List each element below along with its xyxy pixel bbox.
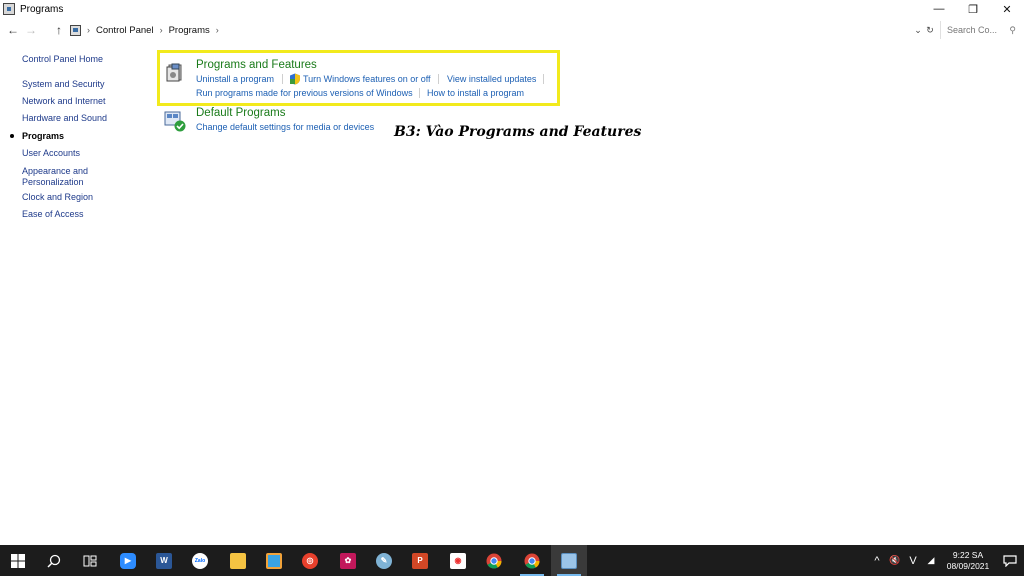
taskbar-file-explorer[interactable] <box>220 545 256 576</box>
default-programs-icon[interactable] <box>164 110 186 132</box>
sidebar-item-programs[interactable]: Programs <box>22 131 64 142</box>
clock[interactable]: 9:22 SA 08/09/2021 <box>940 550 996 572</box>
address-dropdown-icon[interactable]: ⌄ <box>912 21 924 39</box>
close-button[interactable]: ✕ <box>990 0 1024 18</box>
search-icon: ⚲ <box>1009 24 1016 35</box>
task-view-button[interactable] <box>72 545 108 576</box>
taskbar-app[interactable]: ◉ <box>440 545 476 576</box>
clock-time: 9:22 SA <box>952 549 984 560</box>
up-button[interactable]: ↑ <box>50 21 68 39</box>
sidebar-item-hardware-and-sound[interactable]: Hardware and Sound <box>22 113 107 124</box>
annotation-label: B3: Vào Programs and Features <box>394 124 642 140</box>
taskbar-photo[interactable]: ◎ <box>292 545 328 576</box>
breadcrumb-control-panel[interactable]: Control Panel <box>96 25 154 36</box>
restore-button[interactable]: ❐ <box>956 0 990 18</box>
notification-center-button[interactable] <box>996 545 1024 576</box>
sidebar-item-clock-and-region[interactable]: Clock and Region <box>22 192 93 203</box>
input-method-indicator[interactable]: V <box>904 555 922 567</box>
sidebar-item-user-accounts[interactable]: User Accounts <box>22 148 80 159</box>
default-programs-title[interactable]: Default Programs <box>196 107 285 119</box>
sidebar-item-control-panel-home[interactable]: Control Panel Home <box>22 54 103 65</box>
app-icon <box>266 552 282 569</box>
sidebar-item-network-and-internet[interactable]: Network and Internet <box>22 96 106 107</box>
window-title: Programs <box>20 3 64 15</box>
taskbar-paint[interactable]: ✎ <box>366 545 402 576</box>
sidebar-item-system-and-security[interactable]: System and Security <box>22 79 105 90</box>
taskbar-word[interactable]: W <box>146 545 182 576</box>
refresh-icon[interactable]: ↻ <box>924 21 936 39</box>
address-bar-actions: ⌄ ↻ Search Co... ⚲ <box>912 20 1024 40</box>
breadcrumb-programs[interactable]: Programs <box>169 25 210 36</box>
app-icon: ◉ <box>450 552 466 569</box>
sidebar-item-appearance[interactable]: Appearance and <box>22 166 88 177</box>
taskbar-chrome[interactable] <box>476 545 512 576</box>
back-button[interactable]: ← <box>4 21 22 39</box>
window-controls: — ❐ ✕ <box>922 0 1024 18</box>
chevron-right-icon[interactable]: › <box>216 25 219 35</box>
taskbar-flower-app[interactable]: ✿ <box>330 545 366 576</box>
system-tray: ^ 🔇 V ◢ 9:22 SA 08/09/2021 <box>868 545 1024 576</box>
paint-icon: ✎ <box>376 552 392 569</box>
chrome-icon <box>524 553 540 569</box>
wifi-icon[interactable]: ◢ <box>922 555 940 566</box>
flower-icon: ✿ <box>340 552 356 569</box>
control-panel-icon <box>3 3 15 15</box>
start-button[interactable] <box>0 545 36 576</box>
taskbar-zalo[interactable]: Zalo <box>182 545 218 576</box>
taskbar-app-store[interactable] <box>256 545 292 576</box>
notification-icon <box>1003 554 1017 567</box>
taskbar: ▶ W Zalo ◎ ✿ ✎ P ◉ ^ 🔇 V ◢ 9:22 SA 08/09… <box>0 545 1024 576</box>
volume-muted-icon[interactable]: 🔇 <box>886 555 904 566</box>
search-input[interactable]: Search Co... ⚲ <box>940 21 1020 39</box>
change-default-settings-link[interactable]: Change default settings for media or dev… <box>196 122 374 132</box>
chevron-right-icon[interactable]: › <box>87 25 90 35</box>
chevron-up-icon[interactable]: ^ <box>868 555 886 567</box>
windows-logo-icon <box>11 553 25 568</box>
clock-date: 08/09/2021 <box>946 560 990 571</box>
breadcrumb[interactable]: › Control Panel › Programs › <box>70 21 225 39</box>
folder-icon <box>230 552 246 569</box>
control-panel-icon <box>561 552 577 569</box>
sidebar-item-ease-of-access[interactable]: Ease of Access <box>22 209 84 220</box>
taskbar-control-panel[interactable] <box>551 545 587 576</box>
control-panel-icon <box>70 24 81 36</box>
sidebar-item-personalization[interactable]: Personalization <box>22 177 84 188</box>
search-placeholder: Search Co... <box>947 25 998 35</box>
search-icon <box>47 554 61 568</box>
highlight-box <box>157 50 560 106</box>
chevron-right-icon[interactable]: › <box>160 25 163 35</box>
taskbar-zoom[interactable]: ▶ <box>110 545 146 576</box>
taskbar-powerpoint[interactable]: P <box>402 545 438 576</box>
zalo-icon: Zalo <box>192 552 208 569</box>
search-taskbar-button[interactable] <box>36 545 72 576</box>
forward-button[interactable]: → <box>22 21 40 39</box>
title-bar: Programs — ❐ ✕ <box>0 0 1024 18</box>
taskbar-chrome-profile[interactable] <box>514 545 550 576</box>
address-bar: ← → ↑ › Control Panel › Programs › ⌄ ↻ S… <box>0 20 1024 40</box>
task-view-icon <box>83 555 97 566</box>
word-icon: W <box>156 552 172 569</box>
powerpoint-icon: P <box>412 552 428 569</box>
current-item-bullet-icon <box>10 134 14 138</box>
zoom-icon: ▶ <box>120 552 136 569</box>
minimize-button[interactable]: — <box>922 0 956 18</box>
chrome-icon <box>486 553 502 569</box>
camera-icon: ◎ <box>302 552 318 569</box>
